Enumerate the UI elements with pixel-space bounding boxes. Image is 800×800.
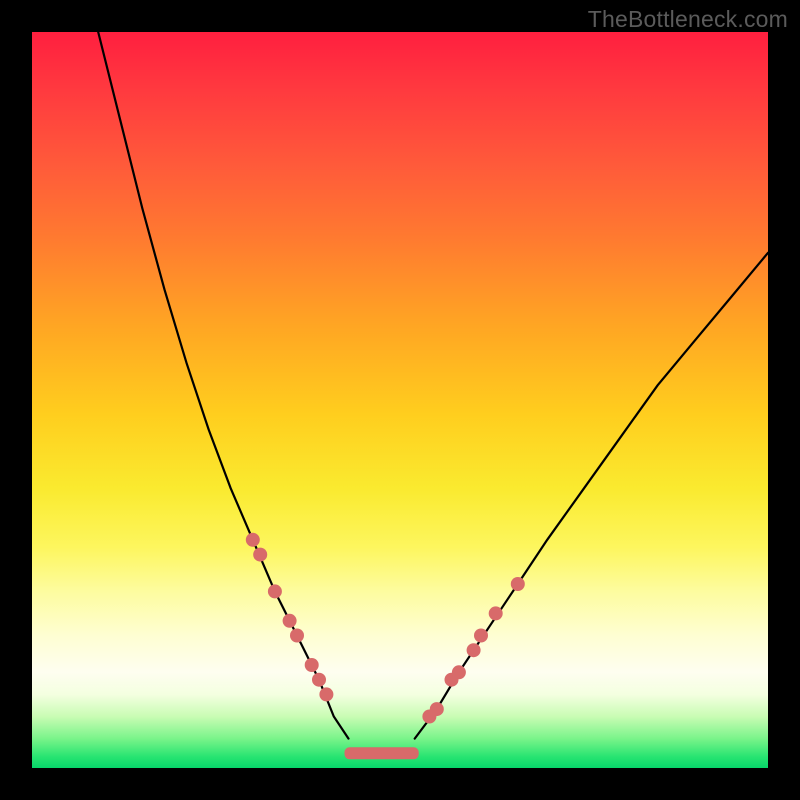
curve-svg xyxy=(32,32,768,768)
data-dot xyxy=(489,606,503,620)
data-dot xyxy=(268,584,282,598)
data-dot xyxy=(283,614,297,628)
data-dot xyxy=(312,673,326,687)
curve-right-branch xyxy=(415,253,768,739)
data-dot xyxy=(290,629,304,643)
dots-right-group xyxy=(422,577,524,724)
data-dot xyxy=(305,658,319,672)
watermark-text: TheBottleneck.com xyxy=(588,6,788,33)
curve-flat-bottom xyxy=(345,747,419,759)
plot-area xyxy=(32,32,768,768)
data-dot xyxy=(430,702,444,716)
chart-frame: TheBottleneck.com xyxy=(0,0,800,800)
data-dot xyxy=(474,629,488,643)
data-dot xyxy=(319,687,333,701)
data-dot xyxy=(511,577,525,591)
data-dot xyxy=(452,665,466,679)
data-dot xyxy=(467,643,481,657)
data-dot xyxy=(253,548,267,562)
curve-left-branch xyxy=(98,32,348,739)
dots-left-group xyxy=(246,533,334,702)
data-dot xyxy=(246,533,260,547)
